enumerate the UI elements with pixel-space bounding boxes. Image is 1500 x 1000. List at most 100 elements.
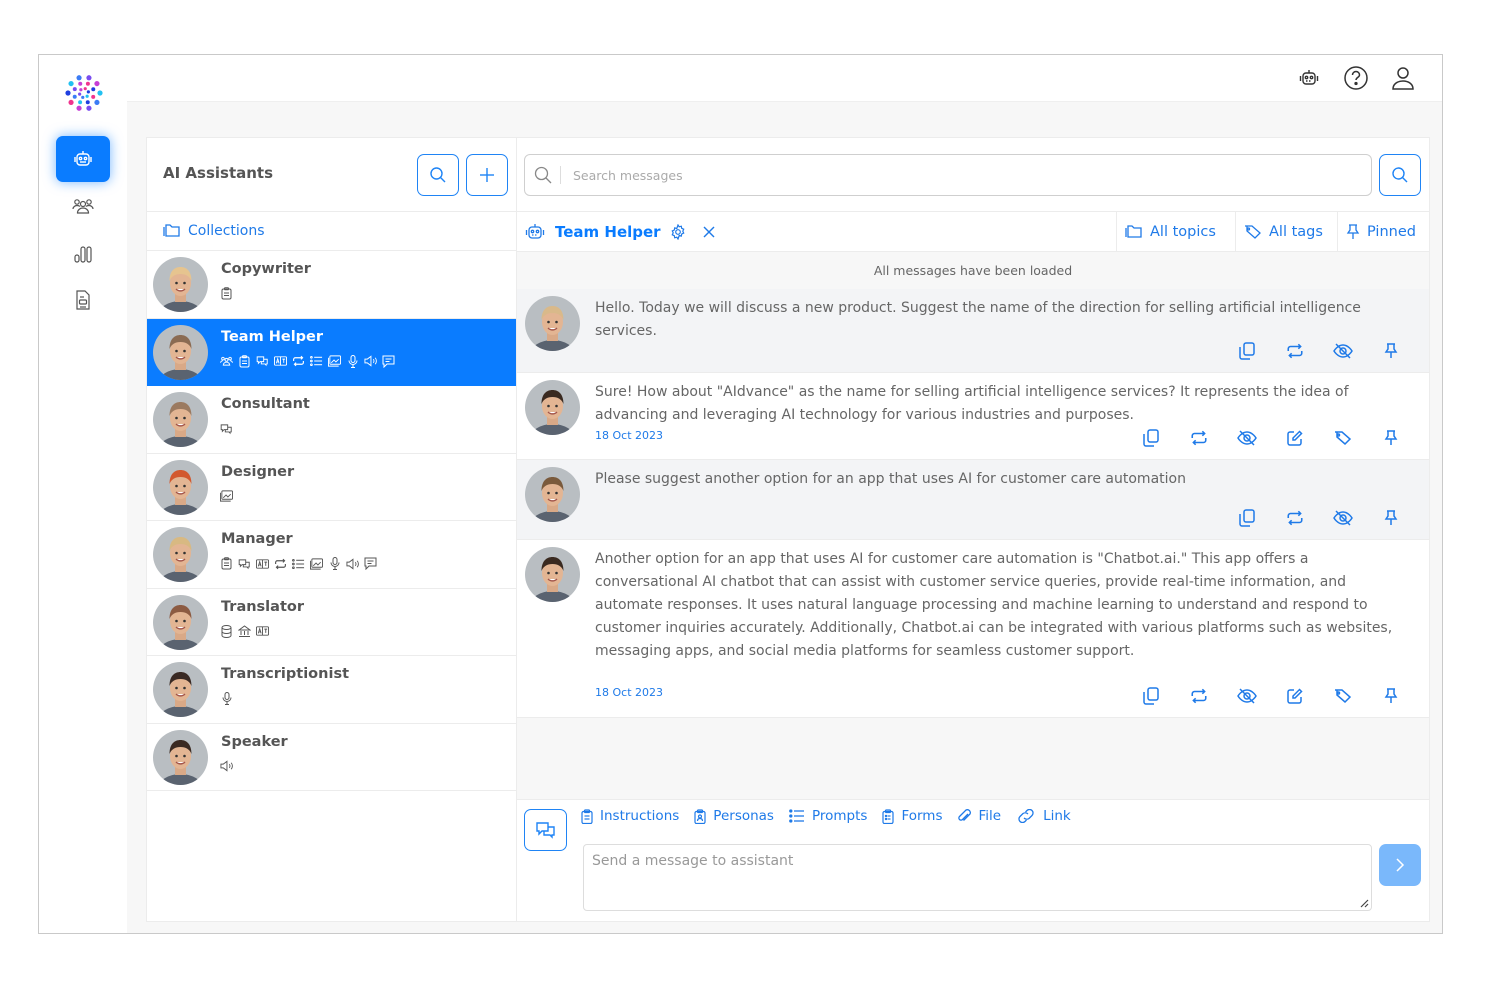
nav-item-teams[interactable] (56, 183, 110, 229)
tool-forms[interactable]: Forms (882, 808, 942, 824)
message-field (583, 844, 1372, 911)
regenerate-icon[interactable] (1271, 341, 1319, 361)
logo-dot (65, 90, 71, 96)
help-icon[interactable] (1342, 64, 1370, 92)
eye-off-icon[interactable] (1319, 341, 1367, 361)
resize-grip-icon[interactable] (1359, 898, 1369, 908)
filter-pinned[interactable]: Pinned (1337, 212, 1430, 252)
add-assistant-button[interactable] (466, 154, 508, 196)
message-date: 18 Oct 2023 (595, 686, 664, 699)
message-search-input[interactable] (561, 167, 1341, 183)
assistant-item[interactable]: Speaker (147, 724, 516, 791)
regenerate-icon[interactable] (1271, 508, 1319, 528)
user-icon[interactable] (1389, 64, 1417, 92)
user-message: Hello. Today we will discuss a new produ… (517, 289, 1429, 373)
tag-icon[interactable] (1319, 428, 1367, 448)
tool-label: Instructions (600, 808, 680, 824)
nav-item-assistants[interactable] (56, 136, 110, 182)
assistant-name: Copywriter (221, 261, 311, 277)
eye-off-icon[interactable] (1319, 508, 1367, 528)
message-search-button[interactable] (1379, 154, 1421, 196)
copy-icon[interactable] (1223, 341, 1271, 361)
regenerate-icon[interactable] (1175, 686, 1223, 706)
assistant-name: Translator (221, 598, 304, 615)
tool-personas[interactable]: Personas (694, 808, 774, 824)
copy-icon[interactable] (1127, 428, 1175, 448)
message-text: Hello. Today we will discuss a new produ… (595, 300, 1361, 339)
translate-icon (256, 557, 269, 570)
tool-prompts[interactable]: Prompts (789, 808, 867, 824)
pin-icon[interactable] (1367, 508, 1415, 528)
avatar (153, 459, 208, 515)
message-list: Hello. Today we will discuss a new produ… (517, 289, 1429, 718)
tag-icon (1244, 224, 1262, 240)
nav-item-documents[interactable] (56, 277, 110, 323)
robot-icon (72, 149, 94, 169)
copy-icon[interactable] (1127, 686, 1175, 706)
app-logo[interactable] (64, 73, 104, 113)
assistant-item[interactable]: Consultant (147, 386, 516, 454)
message-actions (1223, 508, 1415, 528)
search-assistants-button[interactable] (417, 154, 459, 196)
tool-label: File (978, 808, 1002, 824)
message-search-field (524, 154, 1372, 196)
tool-instructions[interactable]: Instructions (581, 808, 679, 824)
message-date: 18 Oct 2023 (595, 429, 664, 442)
assistant-item[interactable]: Copywriter (147, 251, 516, 319)
filter-all-topics[interactable]: All topics (1116, 212, 1235, 252)
edit-icon[interactable] (1271, 428, 1319, 448)
assistant-item[interactable]: Manager (147, 521, 516, 589)
speaker-icon (220, 760, 233, 773)
message-actions (1127, 686, 1415, 706)
gear-icon[interactable] (670, 224, 686, 240)
speaker-icon (364, 355, 377, 368)
chat-icon (238, 557, 251, 570)
assistant-capabilities (220, 692, 233, 705)
eye-off-icon[interactable] (1223, 428, 1271, 448)
composer-tools: Instructions Personas Prompts Forms File Link (581, 808, 1071, 824)
tool-file[interactable]: File (957, 808, 1001, 824)
current-assistant-name[interactable]: Team Helper (555, 223, 661, 241)
logo-dot (76, 75, 82, 81)
robot-icon[interactable] (1295, 64, 1323, 92)
search-icon (525, 166, 561, 184)
microphone-icon (220, 692, 233, 705)
collections-link[interactable]: Collections (147, 212, 516, 251)
top-bar (127, 55, 1442, 102)
paperclip-icon (957, 808, 972, 824)
filter-all-tags-label: All tags (1269, 224, 1323, 240)
chat-mode-button[interactable] (524, 809, 567, 851)
nav-rail (39, 55, 127, 933)
list-icon (789, 809, 805, 823)
list-icon (310, 355, 323, 368)
pin-icon[interactable] (1367, 341, 1415, 361)
nav-item-analytics[interactable] (56, 231, 110, 277)
filter-all-topics-label: All topics (1150, 224, 1216, 240)
assistant-item[interactable]: Team Helper (147, 318, 516, 386)
close-icon[interactable] (703, 226, 715, 238)
pin-icon[interactable] (1367, 686, 1415, 706)
logo-dot (85, 94, 89, 98)
list-icon (292, 557, 305, 570)
send-button[interactable] (1379, 844, 1421, 886)
tag-icon[interactable] (1319, 686, 1367, 706)
logo-dot (78, 100, 83, 105)
assistant-item[interactable]: Translator (147, 589, 516, 656)
filter-all-tags[interactable]: All tags (1235, 212, 1337, 252)
badge-icon (694, 808, 706, 824)
assistant-item[interactable]: Designer (147, 454, 516, 521)
clipboard-icon (220, 287, 233, 300)
collections-label: Collections (188, 223, 265, 239)
message-text: Please suggest another option for an app… (595, 471, 1186, 487)
regenerate-icon[interactable] (1175, 428, 1223, 448)
message-input[interactable] (584, 845, 1371, 910)
tool-link[interactable]: Link (1016, 808, 1071, 824)
copy-icon[interactable] (1223, 508, 1271, 528)
pin-icon[interactable] (1367, 428, 1415, 448)
user-message: Please suggest another option for an app… (517, 460, 1429, 540)
logo-dot (94, 80, 100, 87)
eye-off-icon[interactable] (1223, 686, 1271, 706)
assistant-item[interactable]: Transcriptionist (147, 656, 516, 724)
logo-dot (97, 90, 103, 96)
edit-icon[interactable] (1271, 686, 1319, 706)
